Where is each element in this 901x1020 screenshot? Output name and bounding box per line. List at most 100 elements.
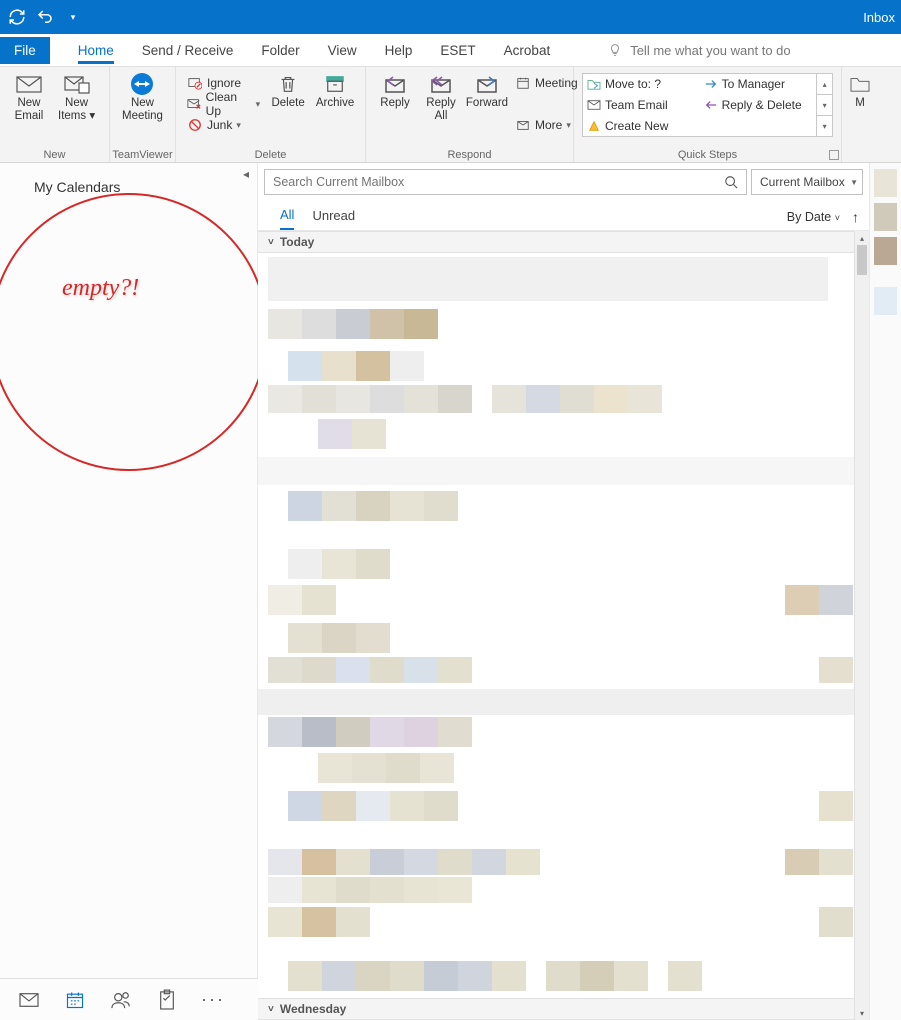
reading-pane-partial [869,163,901,1020]
nav-more-icon[interactable]: ··· [202,989,224,1011]
forward-icon [473,73,501,95]
reply-all-icon [427,73,455,95]
new-meeting-label2: Meeting [122,110,163,123]
tell-me-label: Tell me what you want to do [630,43,790,58]
meeting-label: Meeting [535,76,578,90]
ribbon-tabs: File Home Send / Receive Folder View Hel… [0,34,901,67]
calendar-icon [515,75,531,91]
sort-direction-icon[interactable]: ↑ [852,209,859,225]
sidebar-section-title[interactable]: My Calendars [0,163,257,195]
reply-icon [381,73,409,95]
ignore-icon [187,75,203,91]
junk-button[interactable]: Junk▾ [184,115,263,135]
ribbon-group-quicksteps-label: Quick Steps [574,149,841,161]
undo-icon[interactable] [36,8,54,26]
group-header-today[interactable]: ˅ Today [258,231,869,253]
ribbon-group-new-label: New [0,149,109,161]
nav-people-icon[interactable] [110,989,132,1011]
reply-delete-icon [704,99,718,111]
nav-calendar-icon[interactable] [64,989,86,1011]
reply-button[interactable]: Reply [374,71,416,137]
quickstep-empty [700,115,817,136]
scroll-up-icon[interactable]: ▴ [855,231,869,245]
quicksteps-expand[interactable]: ▾ [817,116,832,136]
sort-by-button[interactable]: By Date ˅ [787,210,840,224]
new-items-button[interactable]: New Items ▾ [54,71,99,137]
filter-all-tab[interactable]: All [280,203,294,230]
ribbon-group-teamviewer-label: TeamViewer [110,149,175,161]
forward-button[interactable]: Forward [466,71,508,137]
teamviewer-icon [128,73,156,95]
message-list[interactable]: ˅ Today [258,231,869,1020]
ignore-label: Ignore [207,76,241,90]
tab-help[interactable]: Help [385,37,413,64]
new-email-button[interactable]: New Email [8,71,50,137]
more-respond-button[interactable]: More▾ [512,115,581,135]
ribbon-group-teamviewer: New Meeting TeamViewer [110,67,176,162]
team-email-icon [587,99,601,111]
tab-file[interactable]: File [0,37,50,64]
quicksteps-launcher[interactable] [829,150,839,160]
collapse-sidebar-icon[interactable]: ◂ [243,167,249,181]
archive-icon [321,73,349,95]
scroll-down-icon[interactable]: ▾ [855,1006,869,1020]
tab-folder[interactable]: Folder [261,37,299,64]
message-list-scrollbar[interactable]: ▴ ▾ [854,231,869,1020]
quicksteps-scroll-down[interactable]: ▾ [817,95,832,116]
lightbulb-icon [608,43,622,57]
search-icon[interactable] [724,175,738,189]
search-scope-dropdown[interactable]: Current Mailbox ▼ [751,169,863,195]
tell-me-search[interactable]: Tell me what you want to do [608,43,790,58]
new-email-label1: New [17,97,40,110]
chevron-down-icon: ˅ [268,1004,274,1015]
quickstep-reply-delete[interactable]: Reply & Delete [700,95,817,116]
ribbon-group-move-partial: M [842,67,872,162]
ribbon-group-respond-label: Respond [366,149,573,161]
filter-unread-tab[interactable]: Unread [312,204,355,229]
ribbon-group-new: New Email New Items ▾ New [0,67,110,162]
delete-button[interactable]: Delete [267,71,309,135]
search-box[interactable] [264,169,747,195]
meeting-button[interactable]: Meeting [512,73,581,93]
quickstep-move-to[interactable]: Move to: ? [583,74,700,95]
search-input[interactable] [273,175,724,189]
junk-label: Junk [207,118,232,132]
tab-send-receive[interactable]: Send / Receive [142,37,234,64]
cleanup-button[interactable]: Clean Up▾ [184,94,263,114]
quickstep-label: Move to: ? [605,77,661,91]
group-header-wednesday[interactable]: ˅ Wednesday [258,998,854,1020]
create-new-icon [587,120,601,132]
quicksteps-scroll-up[interactable]: ▴ [817,74,832,95]
archive-label: Archive [316,97,354,110]
nav-tasks-icon[interactable] [156,989,178,1011]
nav-mail-icon[interactable] [18,989,40,1011]
reply-all-button[interactable]: Reply All [420,71,462,137]
quickstep-team-email[interactable]: Team Email [583,95,700,116]
sync-icon[interactable] [8,8,26,26]
folder-pane: ◂ My Calendars empty?! ··· [0,163,258,1020]
trash-icon [274,73,302,95]
redacted-messages [258,253,869,993]
new-meeting-button[interactable]: New Meeting [118,71,167,137]
ribbon-group-respond: Reply Reply All Forward Meeting More▾ Re… [366,67,574,162]
quickstep-create-new[interactable]: Create New [583,115,700,136]
archive-button[interactable]: Archive [313,71,357,135]
move-label-partial: M [855,97,865,110]
new-items-label2: Items ▾ [58,110,95,123]
move-button-partial[interactable]: M [850,71,870,124]
delete-label: Delete [271,97,304,110]
tab-eset[interactable]: ESET [440,37,475,64]
quickstep-label: Reply & Delete [722,98,802,112]
reply-all-label1: Reply [426,97,455,110]
quickstep-to-manager[interactable]: To Manager [700,74,817,95]
qat-dropdown-icon[interactable]: ▾ [64,8,82,26]
tab-view[interactable]: View [328,37,357,64]
title-bar: ▾ Inbox [0,0,901,34]
scroll-thumb[interactable] [857,245,867,275]
search-scope-label: Current Mailbox [760,175,845,189]
tab-acrobat[interactable]: Acrobat [504,37,551,64]
new-items-label1: New [65,97,88,110]
group-label: Wednesday [280,1002,346,1016]
annotation-text: empty?! [62,275,139,302]
tab-home[interactable]: Home [78,37,114,64]
